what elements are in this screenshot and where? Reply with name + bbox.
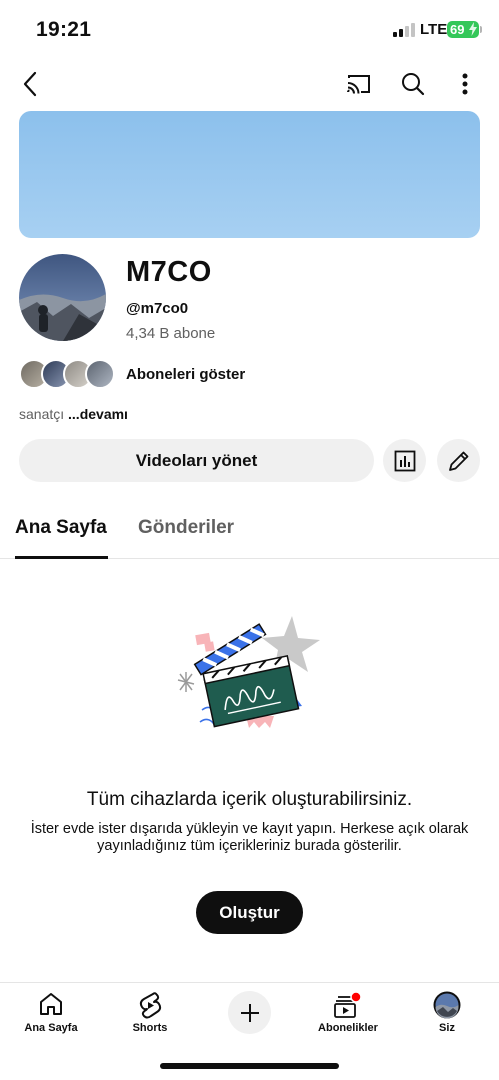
avatar-image [19,254,106,341]
cast-icon [347,75,370,94]
nav-home-label: Ana Sayfa [24,1022,78,1034]
nav-home[interactable]: Ana Sayfa [6,983,96,1039]
nav-shorts[interactable]: Shorts [105,983,195,1039]
active-tab-indicator [15,556,108,559]
create-button[interactable]: Oluştur [196,891,303,934]
status-time: 19:21 [36,18,92,41]
battery-level: 69 [450,22,465,37]
channel-tabs: Ana Sayfa Gönderiler [0,505,499,559]
profile-avatar-icon [433,991,461,1019]
plus-icon [240,1003,259,1022]
subscriber-count: 4,34 B abone [126,325,216,342]
more-options-button[interactable] [452,68,478,100]
tab-home[interactable]: Ana Sayfa [15,517,107,539]
description-text: sanatçı [19,406,65,422]
subscriber-avatars[interactable] [19,359,115,389]
status-bar: 19:21 LTE 69 [0,0,499,58]
nav-shorts-label: Shorts [132,1022,168,1034]
channel-banner [19,111,480,238]
channel-avatar[interactable] [19,254,106,341]
empty-state-title: Tüm cihazlarda içerik oluşturabilirsiniz… [86,789,413,810]
manage-videos-button[interactable]: Videoları yönet [19,439,374,482]
top-bar [0,60,499,108]
nav-you-label: Siz [439,1022,455,1034]
charging-bolt-icon [469,22,477,36]
nav-subscriptions-label: Abonelikler [318,1022,378,1034]
bar-chart-icon [394,450,415,471]
empty-state-description: İster evde ister dışarıda yükleyin ve ka… [30,821,469,854]
pencil-icon [448,451,468,471]
edit-channel-button[interactable] [437,439,480,482]
chevron-left-icon [23,71,37,97]
notification-dot [350,991,362,1003]
network-type: LTE [420,21,448,38]
home-icon [40,993,62,1015]
subscriber-avatar [85,359,115,389]
nav-create-button[interactable] [228,991,271,1034]
nav-subscriptions[interactable]: Abonelikler [303,983,393,1039]
more-vertical-icon [462,73,468,95]
search-icon [402,73,425,96]
channel-description[interactable]: sanatçı ...devamı [19,406,128,422]
channel-handle: @m7co0 [126,300,189,317]
signal-strength-icon [393,23,417,37]
cast-button[interactable] [343,68,375,100]
subscriptions-icon [334,991,362,1018]
clapperboard-illustration [177,616,320,728]
search-button[interactable] [397,68,429,100]
show-subscribers-link[interactable]: Aboneleri göster [126,366,245,383]
battery-cap [480,26,482,33]
tab-posts[interactable]: Gönderiler [138,517,234,539]
back-button[interactable] [14,66,46,102]
shorts-icon [139,992,162,1019]
channel-name: M7CO [126,256,212,288]
nav-you[interactable]: Siz [402,983,492,1039]
description-more-link[interactable]: ...devamı [68,406,128,422]
home-indicator [160,1063,339,1069]
analytics-button[interactable] [383,439,426,482]
battery-icon: 69 [447,21,479,38]
